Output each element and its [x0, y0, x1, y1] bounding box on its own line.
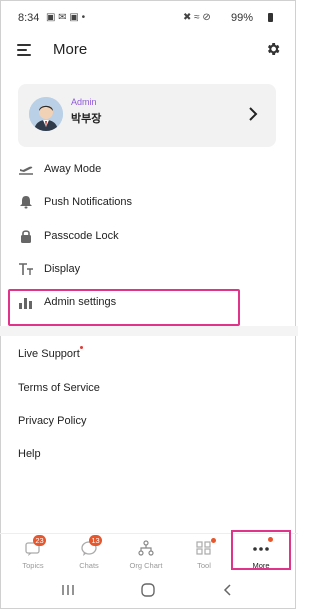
chevron-right-icon [249, 107, 258, 121]
menu-item-label: Push Notifications [44, 196, 133, 208]
section-divider [0, 326, 298, 336]
org-chart-icon [138, 540, 154, 556]
admin-settings-highlight [8, 289, 240, 326]
link-help[interactable]: Help [18, 448, 41, 460]
status-time: 8:34 [18, 12, 40, 24]
page-title: More [53, 41, 88, 58]
link-label: Live Support [18, 348, 80, 360]
gear-icon[interactable] [265, 41, 281, 57]
live-support-dot [80, 346, 83, 349]
nav-tool[interactable]: Tool [176, 534, 232, 574]
link-privacy-policy[interactable]: Privacy Policy [18, 415, 86, 427]
notification-icons: ▣ ✉ ▣ • [46, 12, 86, 23]
nav-label: Topics [22, 561, 44, 570]
menu-item-label: Display [44, 263, 81, 275]
nav-org-chart[interactable]: Org Chart [118, 534, 174, 574]
link-label: Terms of Service [18, 382, 100, 394]
link-terms-of-service[interactable]: Terms of Service [18, 382, 100, 394]
chats-badge: 13 [89, 535, 102, 546]
text-size-icon [19, 263, 33, 275]
menu-item-push-notifications[interactable]: Push Notifications [0, 188, 298, 218]
more-highlight [231, 530, 291, 570]
airplane-icon [19, 166, 33, 175]
system-nav-bar [0, 574, 298, 608]
nav-chats[interactable]: 13 Chats [61, 534, 117, 574]
nav-label: Tool [197, 561, 211, 570]
menu-item-label: Passcode Lock [44, 230, 119, 242]
nav-label: Chats [79, 561, 99, 570]
status-bar: 8:34 ▣ ✉ ▣ • ✖ ≈ ⊘ 99% [0, 0, 298, 30]
home-icon[interactable] [138, 582, 158, 598]
mute-wifi-dnd-icons: ✖ ≈ ⊘ [183, 12, 211, 23]
nav-label: Org Chart [129, 561, 163, 570]
topics-badge: 23 [33, 535, 46, 546]
menu-item-passcode-lock[interactable]: Passcode Lock [0, 222, 298, 252]
lock-icon [21, 230, 31, 243]
profile-name: 박부장 [71, 113, 102, 125]
profile-card[interactable]: Admin 박부장 [18, 84, 276, 147]
tool-dot [211, 538, 216, 543]
link-label: Help [18, 448, 41, 460]
battery-percent: 99% [231, 12, 254, 24]
battery-icon [268, 13, 273, 22]
back-icon[interactable] [218, 582, 238, 598]
menu-item-display[interactable]: Display [0, 255, 298, 285]
menu-icon[interactable] [17, 44, 31, 56]
link-live-support[interactable]: Live Support [18, 348, 80, 360]
nav-topics[interactable]: 23 Topics [5, 534, 61, 574]
recent-apps-icon[interactable] [58, 582, 78, 598]
menu-item-label: Away Mode [44, 163, 102, 175]
link-label: Privacy Policy [18, 415, 87, 427]
tool-icon [196, 541, 211, 555]
bell-icon [20, 196, 32, 209]
profile-role: Admin [71, 97, 97, 107]
menu-item-away-mode[interactable]: Away Mode [0, 155, 298, 185]
avatar [29, 97, 63, 131]
